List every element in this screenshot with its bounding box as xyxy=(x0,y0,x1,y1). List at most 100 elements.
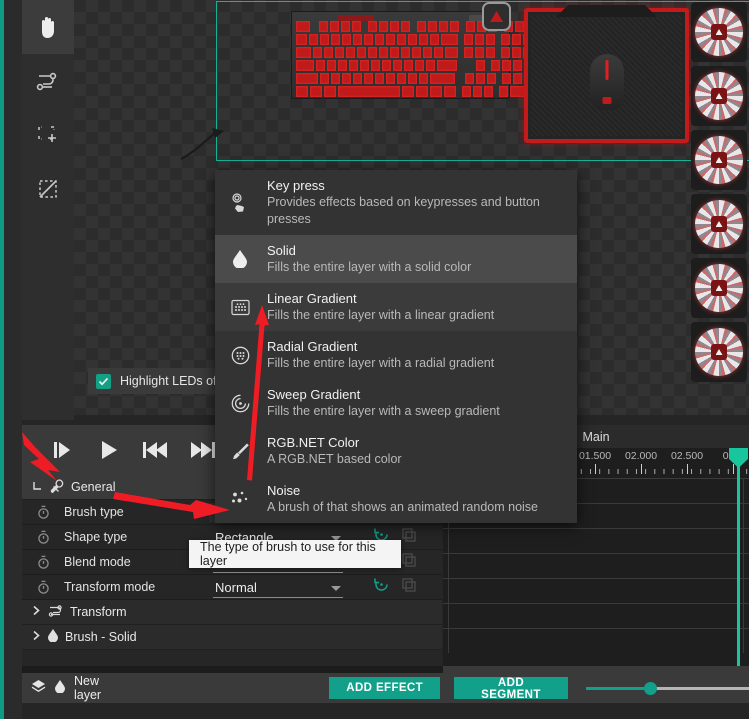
timeline-title: Main xyxy=(582,429,610,444)
device-fan[interactable] xyxy=(691,66,747,126)
layer-entry[interactable]: New layer xyxy=(22,674,125,702)
window-left-gutter xyxy=(4,0,22,719)
menu-item-solid[interactable]: Solid Fills the entire layer with a soli… xyxy=(215,235,577,283)
artemis-profile-editor: Highlight LEDs of s General Brush type S… xyxy=(0,0,749,719)
slider-fill xyxy=(586,686,651,690)
property-label: Brush type xyxy=(64,505,124,519)
keyframe-toggle-icon[interactable] xyxy=(22,580,64,594)
transform-mode-value: Normal xyxy=(215,579,257,595)
highlight-leds-label: Highlight LEDs of s xyxy=(120,374,227,388)
add-selection-tool[interactable] xyxy=(22,108,74,162)
linear-gradient-icon xyxy=(229,299,251,316)
device-fan[interactable] xyxy=(691,194,747,254)
path-tool[interactable] xyxy=(22,54,74,108)
menu-item-noise[interactable]: Noise A brush of that shows an animated … xyxy=(215,475,577,523)
menu-item-radial-gradient[interactable]: Radial Gradient Fills the entire layer w… xyxy=(215,331,577,379)
wrench-icon xyxy=(50,478,64,496)
next-frame-button[interactable] xyxy=(190,440,216,460)
device-fan[interactable] xyxy=(691,322,747,382)
property-group-label: Transform xyxy=(70,605,127,619)
device-mousepad[interactable] xyxy=(524,5,689,143)
copy-property-icon[interactable] xyxy=(402,552,416,572)
menu-item-title: Key press xyxy=(267,178,325,193)
keyframe-toggle-icon[interactable] xyxy=(22,555,64,569)
menu-item-description: Fills the entire layer with a linear gra… xyxy=(267,308,495,322)
device-fan[interactable] xyxy=(691,2,747,62)
add-segment-button[interactable]: ADD SEGMENT xyxy=(453,677,569,701)
keyframe-toggle-icon[interactable] xyxy=(22,530,64,544)
property-label: Blend mode xyxy=(64,555,131,569)
add-effect-button[interactable]: ADD EFFECT xyxy=(329,677,440,699)
menu-item-title: Noise xyxy=(267,483,301,498)
menu-item-description: A RGB.NET based color xyxy=(267,452,402,466)
checkbox-checked-icon xyxy=(96,373,111,389)
chevron-down-icon xyxy=(331,585,341,591)
timeline-zoom-slider[interactable] xyxy=(586,680,749,696)
menu-item-linear-gradient[interactable]: Linear Gradient Fills the entire layer w… xyxy=(215,283,577,331)
property-group-label: General xyxy=(71,480,116,494)
remove-selection-tool[interactable] xyxy=(22,162,74,216)
property-row-transform-mode: Transform mode Normal xyxy=(22,575,442,600)
play-button[interactable] xyxy=(98,439,120,461)
menu-item-title: Solid xyxy=(267,243,296,258)
droplet-icon xyxy=(55,680,65,696)
property-group-brush-solid[interactable]: Brush - Solid xyxy=(22,625,442,650)
path-node-icon xyxy=(36,70,60,92)
device-headset-badge[interactable] xyxy=(482,2,511,31)
brush-type-dropdown-menu[interactable]: Key press Provides effects based on keyp… xyxy=(215,170,577,523)
key-press-icon xyxy=(229,192,251,213)
keyboard-logo-bar xyxy=(338,15,374,21)
mouse-cable xyxy=(180,128,224,160)
property-group-label: Brush - Solid xyxy=(65,630,137,644)
menu-item-sweep-gradient[interactable]: Sweep Gradient Fills the entire layer wi… xyxy=(215,379,577,427)
chevron-right-icon xyxy=(32,605,41,619)
property-label: Transform mode xyxy=(64,580,156,594)
play-from-start-button[interactable] xyxy=(52,440,76,460)
tool-rail xyxy=(22,0,74,420)
property-label: Shape type xyxy=(64,530,128,544)
menu-item-title: Radial Gradient xyxy=(267,339,358,354)
timeline-playhead[interactable] xyxy=(737,448,740,673)
transform-icon xyxy=(48,604,63,620)
menu-item-rgbnet-color[interactable]: RGB.NET Color A RGB.NET based color xyxy=(215,427,577,475)
slider-knob[interactable] xyxy=(644,681,658,695)
timeline-tick-label: 02.000 xyxy=(624,450,658,462)
previous-frame-button[interactable] xyxy=(142,440,168,460)
device-fan-list xyxy=(691,2,747,386)
menu-item-key-press[interactable]: Key press Provides effects based on keyp… xyxy=(215,170,577,235)
menu-item-title: Linear Gradient xyxy=(267,291,357,306)
menu-item-description: Fills the entire layer with a radial gra… xyxy=(267,356,495,370)
selection-remove-icon xyxy=(36,177,60,201)
reset-property-icon[interactable] xyxy=(374,577,389,597)
timeline-tick-label: 02.500 xyxy=(670,450,704,462)
timeline-tick-label: 01.500 xyxy=(578,450,612,462)
hand-tool[interactable] xyxy=(22,0,74,54)
chevron-right-icon xyxy=(32,630,41,644)
copy-property-icon[interactable] xyxy=(402,577,416,597)
headset-logo-icon xyxy=(490,11,503,22)
copy-property-icon[interactable] xyxy=(402,527,416,547)
menu-item-description: Fills the entire layer with a solid colo… xyxy=(267,260,472,274)
mouse-logo xyxy=(602,97,611,104)
keyboard-keys xyxy=(296,21,546,97)
noise-icon xyxy=(229,491,251,507)
layer-icon xyxy=(31,679,46,697)
menu-item-description: Provides effects based on keypresses and… xyxy=(267,195,540,226)
property-group-transform[interactable]: Transform xyxy=(22,600,442,625)
device-keyboard[interactable] xyxy=(291,11,546,99)
menu-item-description: A brush of that shows an animated random… xyxy=(267,500,538,514)
device-fan[interactable] xyxy=(691,130,747,190)
device-mouse[interactable] xyxy=(589,54,624,110)
layer-action-bar: New layer ADD EFFECT ADD SEGMENT xyxy=(22,673,749,703)
radial-gradient-icon xyxy=(229,346,251,365)
hand-icon xyxy=(37,15,59,39)
sweep-gradient-icon xyxy=(229,394,251,413)
transform-mode-select[interactable]: Normal xyxy=(213,577,343,598)
menu-item-title: Sweep Gradient xyxy=(267,387,361,402)
droplet-icon xyxy=(229,250,251,268)
device-fan[interactable] xyxy=(691,258,747,318)
collapse-arrow-icon xyxy=(32,480,43,494)
droplet-icon xyxy=(48,629,58,645)
keyframe-toggle-icon[interactable] xyxy=(22,505,64,519)
brush-icon xyxy=(229,442,251,461)
